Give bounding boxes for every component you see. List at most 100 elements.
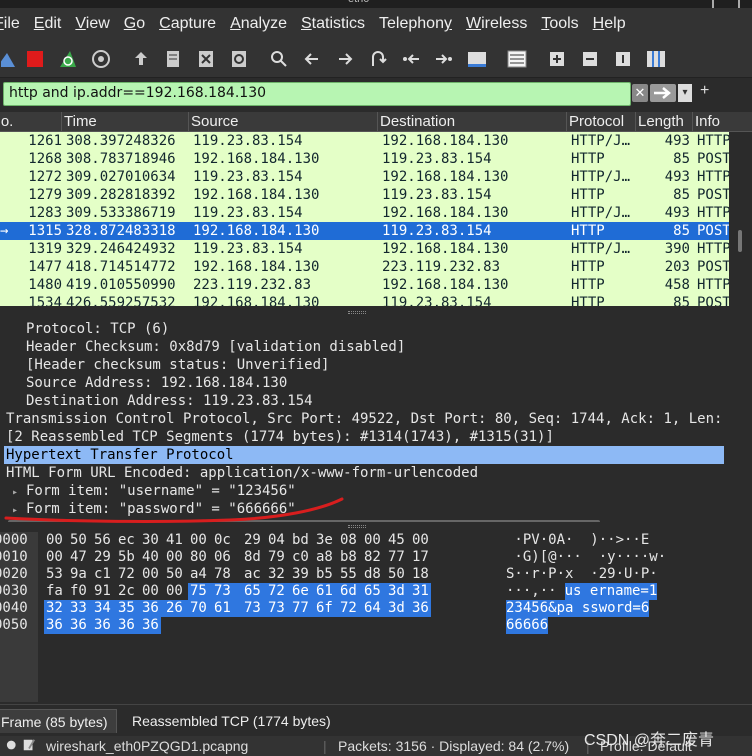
pane-splitter[interactable] (0, 522, 752, 532)
hex-byte[interactable]: 45 (388, 532, 405, 549)
capture-file-name[interactable]: wireshark_eth0PZQGD1.pcapng (46, 738, 248, 754)
hex-byte[interactable]: 61 (316, 583, 333, 600)
hex-byte[interactable]: 29 (94, 549, 111, 566)
column-header-length[interactable]: Length (636, 112, 693, 132)
hex-byte[interactable]: 41 (166, 532, 183, 549)
hex-byte[interactable]: 36 (94, 617, 111, 634)
hex-byte[interactable]: 65 (244, 583, 261, 600)
close-icon[interactable] (738, 0, 740, 8)
column-header-no[interactable]: No. (0, 112, 62, 132)
column-header-destination[interactable]: Destination (378, 112, 567, 132)
menu-item-statistics[interactable]: Statistics (301, 15, 365, 33)
reload-file-button[interactable] (228, 49, 250, 69)
packet-row[interactable]: 1283 309.533386719 119.23.83.154 192.168.18… (0, 204, 729, 222)
hex-byte[interactable]: 50 (388, 566, 405, 583)
apply-filter-button[interactable] (650, 84, 676, 102)
colorize-button[interactable] (506, 49, 528, 69)
hex-byte[interactable]: 00 (142, 583, 159, 600)
column-header-time[interactable]: Time (62, 112, 189, 132)
hex-byte[interactable]: 34 (94, 600, 111, 617)
stop-capture-button[interactable] (24, 49, 46, 69)
menu-item-tools[interactable]: Tools (541, 15, 578, 33)
menu-item-file[interactable]: File (0, 15, 20, 33)
hex-byte[interactable]: ec (118, 532, 135, 549)
close-file-button[interactable] (195, 49, 217, 69)
hex-byte[interactable]: f0 (70, 583, 87, 600)
detail-tree-item[interactable]: [2 Reassembled TCP Segments (1774 bytes)… (0, 428, 730, 446)
menu-item-help[interactable]: Help (593, 15, 626, 33)
restart-capture-button[interactable] (57, 49, 79, 69)
first-packet-button[interactable] (400, 49, 422, 69)
hex-byte[interactable]: 0c (214, 532, 231, 549)
go-back-button[interactable] (301, 49, 323, 69)
packet-row[interactable]: 1268 308.783718946 192.168.184.130 119.23.8… (0, 150, 729, 168)
clear-filter-button[interactable]: ✕ (632, 84, 648, 102)
hex-byte[interactable]: 00 (166, 583, 183, 600)
hex-byte[interactable]: 35 (118, 600, 135, 617)
detail-tree-item[interactable]: ▸ Form item: "username" = "123456" (0, 482, 730, 500)
expand-arrow-icon[interactable]: ▸ (12, 484, 26, 500)
hex-byte[interactable]: 00 (412, 532, 429, 549)
hex-byte[interactable]: 6e (292, 583, 309, 600)
hex-byte[interactable]: c0 (292, 549, 309, 566)
hex-byte[interactable]: 75 (190, 583, 207, 600)
window-controls[interactable] (702, 0, 752, 8)
hex-byte[interactable]: 06 (214, 549, 231, 566)
hex-byte[interactable]: 5b (118, 549, 135, 566)
hex-byte[interactable]: c1 (94, 566, 111, 583)
detail-tree-item[interactable]: Protocol: TCP (6) (0, 320, 730, 338)
hex-byte[interactable]: 00 (190, 532, 207, 549)
hex-byte[interactable]: 9a (70, 566, 87, 583)
column-header-protocol[interactable]: Protocol (567, 112, 636, 132)
hex-byte[interactable]: 56 (94, 532, 111, 549)
hex-byte[interactable]: 04 (268, 532, 285, 549)
hex-byte[interactable]: 91 (94, 583, 111, 600)
ascii-text-highlighted[interactable]: 66666 (506, 617, 549, 634)
hex-byte[interactable]: a8 (316, 549, 333, 566)
hex-byte[interactable]: 72 (268, 583, 285, 600)
hex-byte[interactable]: 36 (412, 600, 429, 617)
hex-byte[interactable]: 77 (388, 549, 405, 566)
hex-byte[interactable]: 00 (46, 549, 63, 566)
packet-bytes-pane[interactable]: 0000005056ec3041000c2904bd3e08004500 ·PV… (0, 532, 752, 702)
hex-byte[interactable]: 50 (166, 566, 183, 583)
menu-item-edit[interactable]: Edit (34, 15, 62, 33)
hex-byte[interactable]: 78 (214, 566, 231, 583)
menu-item-go[interactable]: Go (124, 15, 145, 33)
packet-row[interactable]: 1272 309.027010634 119.23.83.154 192.168.18… (0, 168, 729, 186)
detail-tree-item[interactable]: Source Address: 192.168.184.130 (0, 374, 730, 392)
add-filter-button[interactable]: + (700, 82, 709, 100)
hex-byte[interactable]: 36 (46, 617, 63, 634)
ascii-text[interactable]: ·PV·0A· )··>··E (506, 532, 649, 549)
hex-byte[interactable]: 72 (340, 600, 357, 617)
hex-byte[interactable]: 53 (46, 566, 63, 583)
hex-byte[interactable]: 8d (244, 549, 261, 566)
hex-byte[interactable]: 73 (214, 583, 231, 600)
ascii-text[interactable]: ·G)[@··· ·y····w· (506, 549, 666, 566)
hex-byte[interactable]: 36 (142, 600, 159, 617)
go-to-packet-button[interactable] (367, 49, 389, 69)
packet-row[interactable]: 1480 419.010550990 223.119.232.83 192.168.1… (0, 276, 729, 294)
hex-byte[interactable]: 26 (166, 600, 183, 617)
menu-item-analyze[interactable]: Analyze (230, 15, 287, 33)
menu-item-capture[interactable]: Capture (159, 15, 216, 33)
detail-tree-item[interactable]: Header Checksum: 0x8d79 [validation disa… (0, 338, 730, 356)
packet-details-tree[interactable]: Protocol: TCP (6) Header Checksum: 0x8d79… (0, 320, 752, 522)
capture-comment-icon[interactable] (22, 737, 36, 756)
detail-tree-item[interactable]: Destination Address: 119.23.83.154 (0, 392, 730, 410)
expert-info-icon[interactable] (6, 737, 20, 756)
normal-size-button[interactable] (612, 49, 634, 69)
ascii-text-highlighted[interactable]: 23456&pa ssword=6 (506, 600, 650, 617)
hex-byte[interactable]: 2c (118, 583, 135, 600)
open-file-button[interactable] (130, 49, 152, 69)
hex-byte[interactable]: b8 (340, 549, 357, 566)
hex-byte[interactable]: d8 (364, 566, 381, 583)
find-packet-button[interactable] (268, 49, 290, 69)
hex-byte[interactable]: ac (244, 566, 261, 583)
capture-options-button[interactable] (90, 49, 112, 69)
ascii-text[interactable]: S··r·P·x ·29·U·P· (506, 566, 658, 583)
display-filter-input[interactable]: http and ip.addr==192.168.184.130 (3, 82, 631, 106)
tab-reassembled-tcp[interactable]: Reassembled TCP (1774 bytes) (124, 709, 339, 733)
last-packet-button[interactable] (433, 49, 455, 69)
hex-byte[interactable]: 72 (118, 566, 135, 583)
